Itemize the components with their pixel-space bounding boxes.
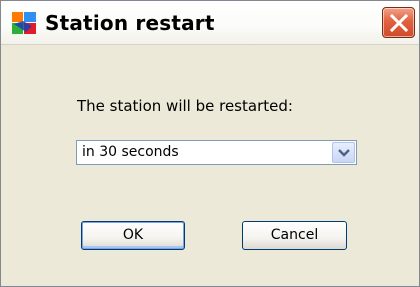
restart-delay-select[interactable]: in 30 seconds	[76, 140, 357, 165]
chevron-down-icon	[338, 149, 350, 157]
dropdown-button[interactable]	[332, 142, 355, 163]
close-icon	[389, 13, 409, 33]
app-icon	[12, 12, 36, 34]
title-bar[interactable]: Station restart	[1, 1, 419, 45]
restart-delay-value: in 30 seconds	[82, 144, 179, 160]
cancel-button[interactable]: Cancel	[242, 221, 347, 250]
close-button[interactable]	[382, 7, 415, 38]
restart-prompt-label: The station will be restarted:	[77, 97, 293, 115]
station-restart-dialog: Station restart The station will be rest…	[0, 0, 420, 287]
ok-button[interactable]: OK	[81, 221, 185, 250]
window-title: Station restart	[45, 11, 215, 35]
